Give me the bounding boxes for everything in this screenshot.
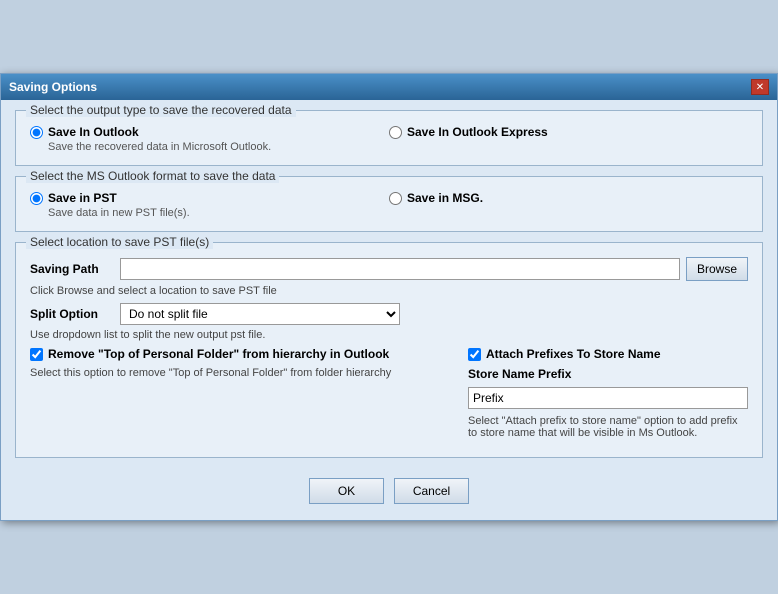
saving-path-input[interactable] [120, 258, 680, 280]
save-outlook-col: Save In Outlook Save the recovered data … [30, 125, 389, 153]
save-msg-radio-label[interactable]: Save in MSG. [389, 191, 748, 205]
save-outlook-radio-label[interactable]: Save In Outlook [30, 125, 389, 139]
format-radio-group: Save in PST Save data in new PST file(s)… [30, 191, 748, 219]
attach-prefix-hint: Select "Attach prefix to store name" opt… [468, 415, 748, 439]
save-msg-label: Save in MSG. [407, 191, 483, 205]
button-row: OK Cancel [15, 478, 763, 508]
attach-prefix-label: Attach Prefixes To Store Name [486, 347, 661, 361]
saving-path-row: Saving Path Browse [30, 257, 748, 281]
output-type-radio-group: Save In Outlook Save the recovered data … [30, 125, 748, 153]
split-option-hint: Use dropdown list to split the new outpu… [30, 329, 748, 341]
save-outlook-express-radio[interactable] [389, 126, 402, 139]
remove-top-folder-section: Remove "Top of Personal Folder" from hie… [30, 347, 454, 445]
save-outlook-express-radio-label[interactable]: Save In Outlook Express [389, 125, 748, 139]
output-type-group: Select the output type to save the recov… [15, 110, 763, 166]
cancel-button[interactable]: Cancel [394, 478, 469, 504]
save-outlook-label: Save In Outlook [48, 125, 139, 139]
attach-prefix-row: Attach Prefixes To Store Name [468, 347, 748, 361]
split-option-label: Split Option [30, 307, 120, 321]
save-pst-radio-label[interactable]: Save in PST [30, 191, 389, 205]
location-group: Select location to save PST file(s) Savi… [15, 242, 763, 458]
ms-outlook-format-group: Select the MS Outlook format to save the… [15, 176, 763, 232]
location-title: Select location to save PST file(s) [26, 235, 213, 249]
store-name-prefix-input[interactable] [468, 387, 748, 409]
remove-top-folder-label: Remove "Top of Personal Folder" from hie… [48, 347, 389, 361]
remove-top-folder-row: Remove "Top of Personal Folder" from hie… [30, 347, 454, 361]
save-outlook-express-label: Save In Outlook Express [407, 125, 548, 139]
split-option-select[interactable]: Do not split file 1 GB 2 GB 5 GB [120, 303, 400, 325]
save-outlook-express-col: Save In Outlook Express [389, 125, 748, 139]
saving-options-dialog: Saving Options ✕ Select the output type … [0, 73, 778, 521]
split-option-row: Split Option Do not split file 1 GB 2 GB… [30, 303, 748, 325]
save-msg-radio[interactable] [389, 192, 402, 205]
store-name-prefix-row: Store Name Prefix [468, 367, 748, 381]
dialog-title: Saving Options [9, 80, 97, 94]
title-bar-controls: ✕ [751, 79, 769, 95]
attach-prefix-section: Attach Prefixes To Store Name Store Name… [468, 347, 748, 445]
save-pst-radio[interactable] [30, 192, 43, 205]
save-outlook-sublabel: Save the recovered data in Microsoft Out… [48, 141, 389, 153]
close-button[interactable]: ✕ [751, 79, 769, 95]
remove-top-folder-checkbox[interactable] [30, 348, 43, 361]
dialog-body: Select the output type to save the recov… [1, 100, 777, 520]
output-type-title: Select the output type to save the recov… [26, 103, 296, 117]
ok-button[interactable]: OK [309, 478, 384, 504]
ms-outlook-format-content: Save in PST Save data in new PST file(s)… [30, 191, 748, 219]
browse-button[interactable]: Browse [686, 257, 748, 281]
browse-hint: Click Browse and select a location to sa… [30, 285, 748, 297]
title-bar: Saving Options ✕ [1, 74, 777, 100]
save-outlook-radio[interactable] [30, 126, 43, 139]
location-content: Saving Path Browse Click Browse and sele… [30, 257, 748, 445]
store-name-prefix-label: Store Name Prefix [468, 367, 588, 381]
save-pst-col: Save in PST Save data in new PST file(s)… [30, 191, 389, 219]
ms-outlook-format-title: Select the MS Outlook format to save the… [26, 169, 279, 183]
output-type-content: Save In Outlook Save the recovered data … [30, 125, 748, 153]
saving-path-label: Saving Path [30, 262, 120, 276]
save-pst-label: Save in PST [48, 191, 117, 205]
remove-top-folder-hint: Select this option to remove "Top of Per… [30, 367, 454, 379]
attach-prefix-checkbox[interactable] [468, 348, 481, 361]
bottom-section: Remove "Top of Personal Folder" from hie… [30, 347, 748, 445]
save-msg-col: Save in MSG. [389, 191, 748, 205]
save-pst-sublabel: Save data in new PST file(s). [48, 207, 389, 219]
